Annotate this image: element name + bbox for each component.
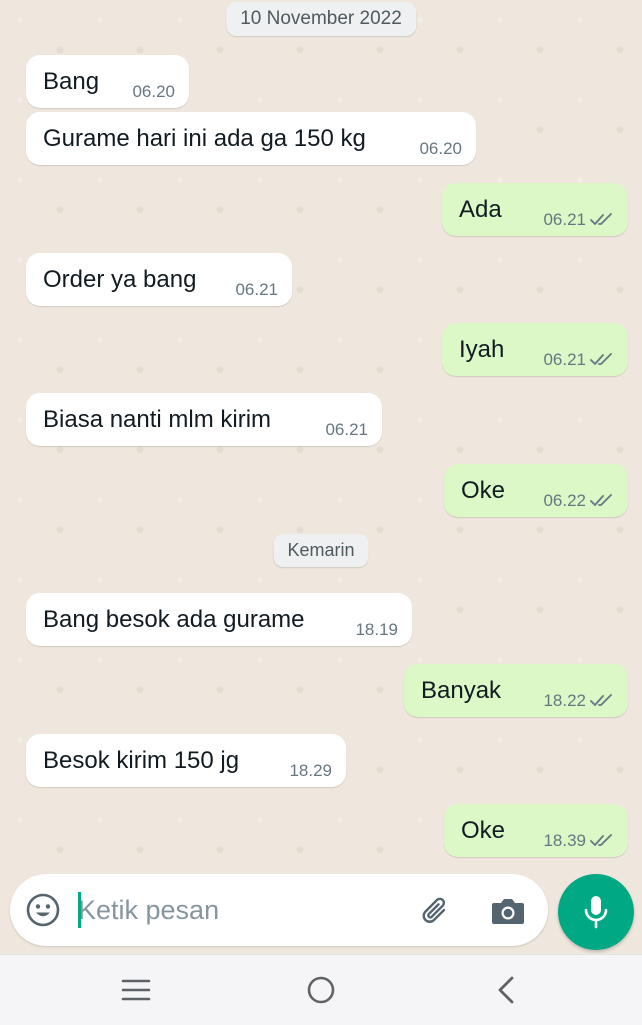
composer-bar (0, 864, 642, 954)
message-time: 06.21 (543, 350, 586, 369)
back-button[interactable] (486, 970, 526, 1010)
message-input[interactable] (78, 888, 398, 932)
message-text: Ada (459, 196, 502, 223)
message-text: Order ya bang (43, 266, 197, 293)
message-time: 06.20 (132, 82, 175, 101)
message-time: 06.21 (235, 280, 278, 299)
message-input-container[interactable] (10, 874, 548, 946)
voice-message-button[interactable] (558, 874, 634, 950)
home-icon (307, 976, 335, 1004)
message-time: 18.22 (543, 691, 586, 710)
message-bubble-incoming[interactable]: Biasa nanti mlm kirim 06.21 (26, 393, 382, 446)
message-time: 06.21 (543, 210, 586, 229)
microphone-icon (584, 896, 608, 929)
date-separator: 10 November 2022 (226, 2, 416, 36)
message-bubble-outgoing[interactable]: Ada 06.21 (442, 183, 628, 236)
paperclip-icon (422, 897, 446, 923)
message-time: 18.39 (543, 831, 586, 850)
message-time: 06.22 (543, 491, 586, 510)
recent-apps-button[interactable] (116, 970, 156, 1010)
date-separator: Kemarin (273, 534, 369, 567)
message-text: Banyak (421, 677, 502, 704)
message-text: Oke (461, 477, 506, 504)
message-time: 06.20 (419, 139, 462, 158)
message-bubble-outgoing[interactable]: Banyak 18.22 (404, 664, 628, 717)
message-bubble-outgoing[interactable]: Iyah 06.21 (442, 323, 628, 376)
message-bubble-incoming[interactable]: Order ya bang 06.21 (26, 253, 292, 306)
double-check-icon (590, 494, 612, 506)
message-bubble-incoming[interactable]: Bang 06.20 (26, 55, 189, 108)
attach-button[interactable] (416, 891, 456, 931)
message-time: 18.29 (289, 761, 332, 780)
message-text: Biasa nanti mlm kirim (43, 406, 272, 433)
message-bubble-outgoing[interactable]: Oke 18.39 (444, 804, 628, 857)
message-bubble-incoming[interactable]: Bang besok ada gurame 18.19 (26, 593, 412, 646)
double-check-icon (590, 353, 612, 365)
text-cursor (78, 892, 81, 928)
emoji-button[interactable] (24, 891, 62, 929)
system-navigation-bar (0, 954, 642, 1025)
message-time: 18.19 (355, 620, 398, 639)
message-text: Oke (461, 817, 506, 844)
message-bubble-incoming[interactable]: Gurame hari ini ada ga 150 kg 06.20 (26, 112, 476, 165)
home-button[interactable] (301, 970, 341, 1010)
message-text: Besok kirim 150 jg (43, 747, 240, 774)
message-time: 06.21 (325, 420, 368, 439)
message-text: Bang besok ada gurame (43, 606, 305, 633)
message-bubble-outgoing[interactable]: Oke 06.22 (444, 464, 628, 517)
emoji-icon (26, 893, 60, 927)
double-check-icon (590, 694, 612, 706)
double-check-icon (590, 834, 612, 846)
message-text: Gurame hari ini ada ga 150 kg (43, 125, 366, 152)
camera-button[interactable] (488, 891, 528, 931)
camera-icon (492, 899, 524, 924)
message-text: Iyah (459, 336, 505, 363)
chat-area[interactable]: 10 November 2022 Bang 06.20 Gurame hari … (0, 0, 642, 954)
back-icon (498, 976, 514, 1004)
message-bubble-incoming[interactable]: Besok kirim 150 jg 18.29 (26, 734, 346, 787)
message-text: Bang (43, 68, 100, 95)
double-check-icon (590, 213, 612, 225)
recent-apps-icon (121, 979, 151, 1001)
